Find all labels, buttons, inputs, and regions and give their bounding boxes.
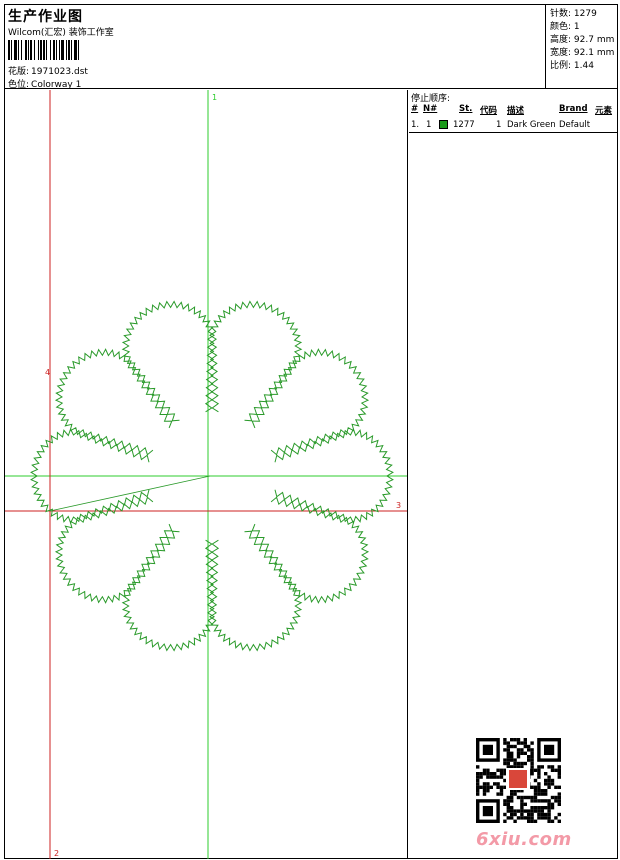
- col-header-description: 描述: [507, 106, 525, 116]
- design-file: 1971023.dst: [31, 67, 88, 77]
- studio-name: Wilcom(汇宏) 装饰工作室: [8, 28, 114, 38]
- row-brand: Default: [559, 120, 591, 130]
- stat-width: 宽度: 92.1 mm: [550, 48, 615, 58]
- site-logo: 6xiu.com: [476, 829, 572, 850]
- design-file-line: 花版: 1971023.dst: [8, 64, 88, 77]
- guide-lines: [5, 90, 407, 859]
- col-header-index: #: [411, 104, 419, 114]
- page-title: 生产作业图: [8, 9, 83, 25]
- col-header-code: 代码: [480, 106, 498, 116]
- design-preview-canvas: 1 2 3 4: [5, 90, 408, 859]
- colorway-label: 色位:: [8, 80, 30, 90]
- marker-top: 1: [212, 93, 217, 102]
- stat-stitches: 针数: 1279: [550, 9, 597, 19]
- colorway-value: Colorway 1: [31, 80, 82, 90]
- marker-left: 4: [45, 368, 50, 377]
- row-needle: 1: [426, 120, 432, 130]
- stop-sequence-table: 停止顺序: # N# St. 代码 描述 Brand 元素 1. 1 1277 …: [409, 90, 617, 133]
- design-preview-svg: 1 2 3 4: [5, 90, 407, 859]
- row-description: Dark Green: [507, 120, 556, 130]
- marker-bottom: 2: [54, 849, 59, 858]
- col-header-brand: Brand: [559, 104, 588, 114]
- header-info: 生产作业图 Wilcom(汇宏) 装饰工作室 花版: 1971023.dst 色位…: [5, 5, 546, 90]
- row-index: 1.: [411, 120, 420, 130]
- design-label: 花版:: [8, 67, 30, 77]
- stat-ratio: 比例: 1.44: [550, 61, 594, 71]
- row-stitches: 1277: [453, 120, 475, 130]
- colorway-line: 色位: Colorway 1: [8, 77, 81, 90]
- color-swatch: [439, 120, 448, 129]
- production-worksheet: 生产作业图 Wilcom(汇宏) 装饰工作室 花版: 1971023.dst 色位…: [4, 4, 618, 859]
- col-header-stitches: St.: [459, 104, 473, 114]
- barcode-image: [8, 40, 79, 60]
- col-header-needle: N#: [423, 104, 438, 114]
- stop-sequence-title: 停止顺序:: [411, 94, 451, 104]
- stat-colors: 颜色: 1: [550, 22, 580, 32]
- marker-right: 3: [396, 501, 401, 510]
- qr-code-image: [476, 738, 561, 823]
- col-header-element: 元素: [595, 106, 613, 116]
- worksheet-header: 生产作业图 Wilcom(汇宏) 装饰工作室 花版: 1971023.dst 色位…: [5, 5, 617, 90]
- design-stats: 针数: 1279 颜色: 1 高度: 92.7 mm 宽度: 92.1 mm 比…: [547, 5, 617, 89]
- stat-height: 高度: 92.7 mm: [550, 35, 615, 45]
- row-code: 1: [496, 120, 502, 130]
